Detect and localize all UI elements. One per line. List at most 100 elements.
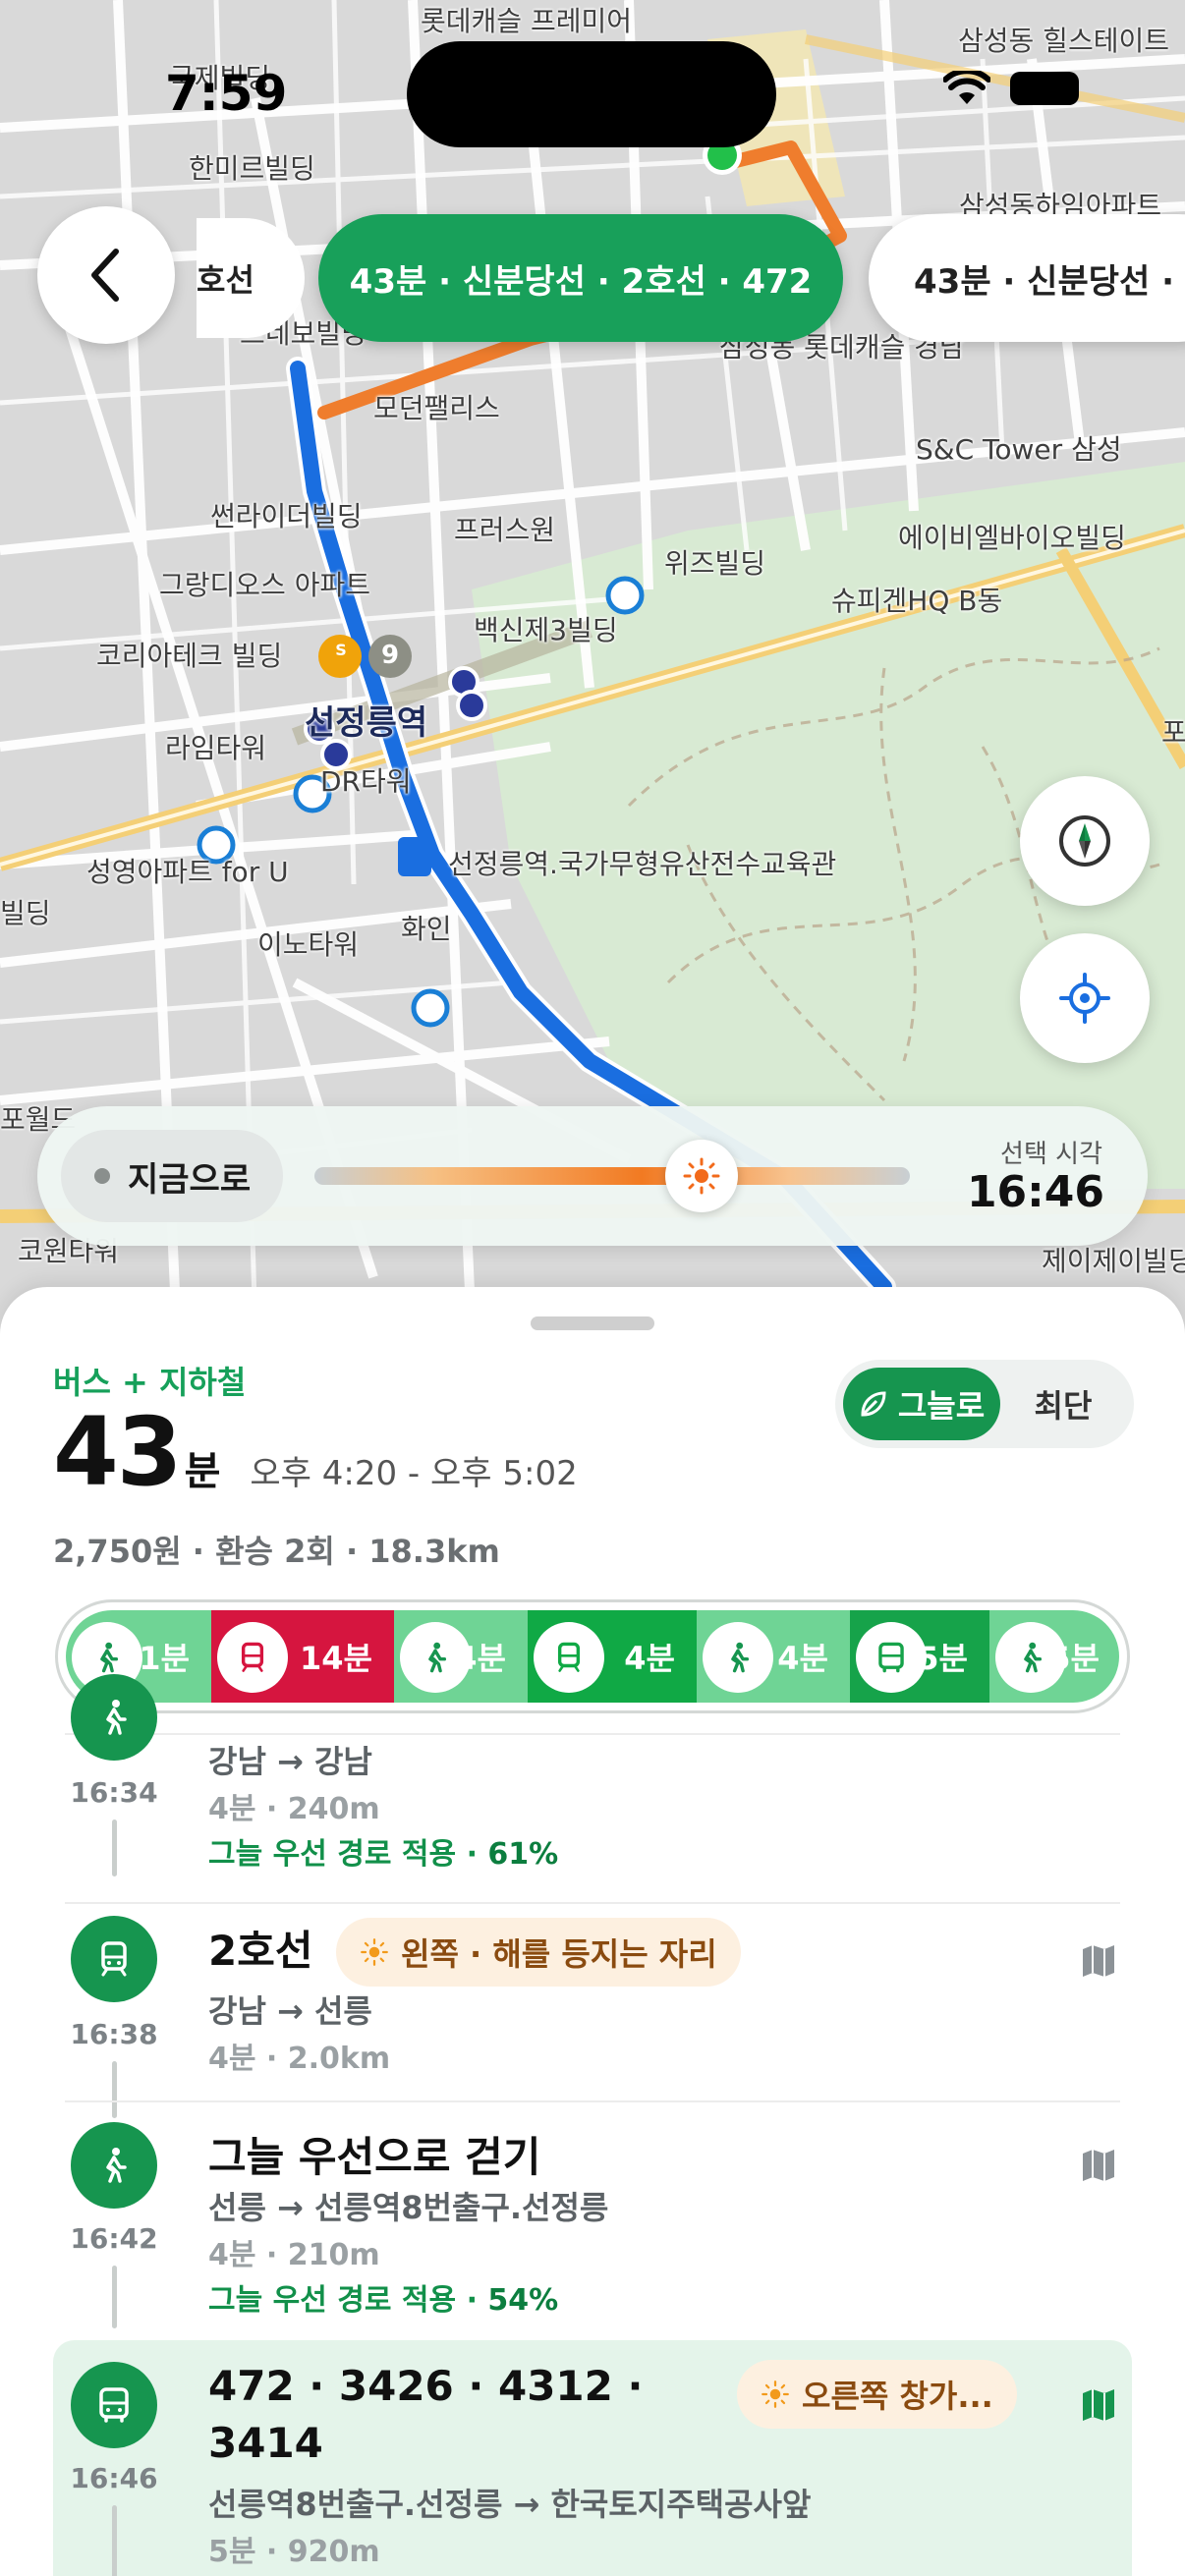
map-label: 삼성동 힐스테이트 xyxy=(958,25,1169,57)
compass-button[interactable] xyxy=(1020,776,1150,906)
step-walk-icon xyxy=(71,2122,157,2209)
shade-route-label: 그늘로 xyxy=(897,1387,986,1425)
map-label: 제이제이빌딩 xyxy=(1042,1245,1185,1277)
subway-station-badge: S xyxy=(335,641,347,659)
route-chip-next[interactable]: 43분 · 신분당선 · 7 xyxy=(869,214,1185,342)
step-meta: 4분 · 240m xyxy=(208,1792,380,1826)
walk-icon xyxy=(106,1700,127,1735)
map-icon[interactable] xyxy=(1079,2146,1118,2185)
map-label: 화인 xyxy=(401,913,452,945)
route-detail-sheet[interactable]: 버스 + 지하철 43 분 오후 4:20 - 오후 5:02 2,750원 ·… xyxy=(0,1287,1185,2576)
step-time: 16:34 xyxy=(70,1776,158,1809)
map-label: 롯데캐슬 프레미어 xyxy=(421,5,632,37)
now-button[interactable]: 지금으로 xyxy=(61,1130,283,1222)
step-shade-info: 그늘 우선 경로 적용 · 61% xyxy=(208,1837,559,1872)
map-label: 그랑디오스 아파트 xyxy=(159,569,370,601)
dynamic-island xyxy=(407,41,776,147)
step-time: 16:42 xyxy=(70,2222,158,2255)
map-label: 에이비엘바이오빌딩 xyxy=(898,522,1126,554)
sheet-handle[interactable] xyxy=(531,1316,654,1330)
duration-number: 43 xyxy=(53,1397,183,1507)
map-label: 선정릉역.국가무형유산전수교육관 xyxy=(448,848,837,880)
map-label: 빌딩 xyxy=(0,897,51,929)
step-route: 강남 → 선릉 xyxy=(208,1992,372,2030)
step-title-cont: 3414 xyxy=(208,2419,323,2467)
status-icons xyxy=(943,71,1079,106)
step-line xyxy=(112,2061,117,2118)
step-route: 강남 → 강남 xyxy=(208,1743,372,1780)
map-label: 프러스원 xyxy=(454,514,556,546)
walk-icon xyxy=(400,1622,471,1693)
walk-icon xyxy=(703,1622,773,1693)
walk-icon xyxy=(106,2148,127,2183)
step-title: 그늘 우선으로 걷기 xyxy=(208,2133,541,2181)
back-button[interactable] xyxy=(37,206,175,344)
bus-icon xyxy=(856,1622,927,1693)
step-route: 선릉역8번출구.선정릉 → 한국토지주택공사앞 xyxy=(208,2486,812,2523)
map-label: DR타워 xyxy=(320,765,412,798)
sun-icon xyxy=(762,2380,789,2408)
map-label: 코리아테크 빌딩 xyxy=(96,640,283,672)
map-label: 슈피겐HQ B동 xyxy=(831,585,1003,617)
step-time: 16:46 xyxy=(70,2462,158,2494)
segment-duration: 1분 xyxy=(139,1640,190,1677)
step-line xyxy=(112,2266,117,2328)
time-slider-panel: 지금으로 선택 시각 16:46 xyxy=(37,1106,1148,1246)
duration-row: 43 분 오후 4:20 - 오후 5:02 xyxy=(53,1397,578,1507)
status-time: 7:59 xyxy=(165,65,288,122)
map-label: 백신제3빌딩 xyxy=(474,614,618,646)
segment-duration: 4분 xyxy=(624,1640,675,1677)
now-dot-icon xyxy=(94,1168,110,1184)
map-icon[interactable] xyxy=(1079,1941,1118,1981)
compass-icon xyxy=(1059,815,1110,867)
step-meta: 4분 · 210m xyxy=(208,2238,380,2272)
line9-badge: 9 xyxy=(380,641,400,670)
map-label: 모던팰리스 xyxy=(373,392,500,424)
shortest-route-option[interactable]: 최단 xyxy=(1000,1381,1126,1427)
route-chip-selected[interactable]: 43분 · 신분당선 · 2호선 · 472 xyxy=(318,214,843,342)
seat-recommendation-badge: 왼쪽 · 해를 등지는 자리 xyxy=(336,1918,741,1987)
step-bus-icon xyxy=(71,2362,157,2448)
divider xyxy=(65,1733,1120,1735)
step-route: 선릉 → 선릉역8번출구.선정릉 xyxy=(208,2189,609,2226)
segment-duration: 4분 xyxy=(777,1640,828,1677)
chevron-left-icon xyxy=(91,249,119,302)
time-slider-track[interactable] xyxy=(314,1167,910,1185)
leaf-icon xyxy=(861,1391,886,1417)
shade-route-option[interactable]: 그늘로 xyxy=(843,1368,1000,1440)
step-walk-icon xyxy=(71,1674,157,1761)
step-line xyxy=(112,2505,117,2576)
station-label[interactable]: 선정릉역 xyxy=(305,696,427,744)
map-label: S&C Tower 삼성 xyxy=(916,433,1122,466)
selected-time-value: 16:46 xyxy=(966,1167,1104,1217)
step-line xyxy=(112,1820,117,1876)
map-label: 성영아파트 for U xyxy=(86,856,289,888)
map-label: 이노타워 xyxy=(257,928,360,961)
map-label: 위즈빌딩 xyxy=(664,547,766,580)
subway-icon xyxy=(101,1941,127,1977)
step-shade-info: 그늘 우선 경로 적용 · 54% xyxy=(208,2283,559,2318)
step-subway-icon xyxy=(71,1916,157,2002)
step-meta: 5분 · 920m xyxy=(208,2535,380,2569)
bus-icon xyxy=(99,2387,129,2423)
now-label: 지금으로 xyxy=(128,1159,252,1200)
route-segment-bar: 1분 14분 4분 4분 4분 5분 5분 xyxy=(55,1599,1130,1713)
locate-button[interactable] xyxy=(1020,933,1150,1063)
step-meta: 4분 · 2.0km xyxy=(208,2042,391,2076)
map-label: 썬라이더빌딩 xyxy=(210,500,363,532)
subway-icon xyxy=(217,1622,288,1693)
map-label: 한미르빌딩 xyxy=(189,152,315,185)
divider xyxy=(65,2100,1120,2102)
step-time: 16:38 xyxy=(70,2018,158,2050)
map-icon[interactable] xyxy=(1079,2385,1118,2425)
sun-icon xyxy=(683,1157,720,1195)
time-range: 오후 4:20 - 오후 5:02 xyxy=(250,1454,578,1493)
locate-icon xyxy=(1059,973,1110,1024)
time-slider-thumb[interactable] xyxy=(664,1140,738,1212)
step-title: 472 · 3426 · 4312 · xyxy=(208,2362,644,2410)
selected-time-label: 선택 시각 xyxy=(1000,1140,1102,1169)
route-preference-toggle: 그늘로 최단 xyxy=(835,1360,1134,1448)
walk-icon xyxy=(995,1622,1066,1693)
step-title: 2호선 xyxy=(208,1927,313,1975)
battery-icon xyxy=(1010,72,1079,105)
